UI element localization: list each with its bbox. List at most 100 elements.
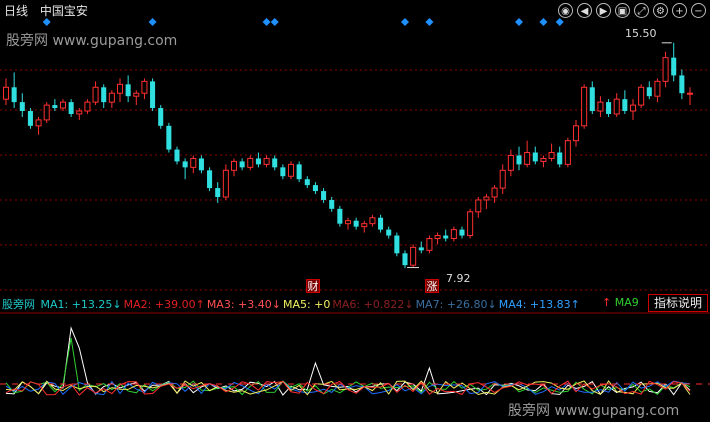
candle-body-75 [613, 98, 620, 115]
legend-ma9: ↑ MA9 [602, 296, 639, 309]
high-price-label: 15.50 [625, 27, 657, 40]
signal-diamond-0 [42, 18, 51, 26]
candle-body-25 [207, 170, 213, 189]
candle-body-67 [548, 152, 555, 159]
signal-diamond-5 [425, 18, 434, 26]
candle-body-50 [410, 246, 417, 266]
zoom-in-icon[interactable]: + [672, 3, 687, 18]
candle-body-76 [622, 99, 628, 112]
candle-body-34 [280, 167, 286, 177]
candle-body-35 [287, 163, 295, 177]
candle-body-9 [76, 110, 83, 115]
legend-items: MA1: +13.25↓ MA2: +39.00↑ MA3: +3.40↓ MA5: … [41, 298, 582, 311]
zoom-out-icon[interactable]: − [691, 3, 706, 18]
candle-body-2 [19, 102, 25, 112]
candle-body-66 [540, 157, 547, 162]
stock-name: 中国宝安 [39, 4, 88, 18]
candle-body-5 [43, 104, 50, 121]
watermark-site-bottom: 股旁网 [508, 403, 550, 419]
signal-diamond-3 [270, 18, 279, 26]
candle-body-22 [182, 161, 188, 168]
candle-body-17 [141, 80, 148, 94]
candle-body-44 [361, 223, 368, 228]
candle-body-61 [499, 169, 506, 189]
candle-body-43 [353, 220, 359, 227]
candle-body-55 [450, 229, 457, 239]
candle-body-31 [255, 158, 261, 165]
indicator-legend: 股旁网 MA1: +13.25↓ MA2: +39.00↑ MA3: +3.40↓ M… [2, 296, 584, 312]
candle-body-10 [84, 101, 91, 112]
candle-body-73 [597, 101, 604, 112]
candle-body-39 [321, 191, 327, 200]
candle-body-28 [230, 160, 238, 171]
legend-item-ma4: MA4: +13.83↑ [498, 298, 580, 311]
candle-body-68 [557, 152, 563, 165]
candle-body-83 [679, 75, 685, 94]
chart-toolbar: ◉ ◀ ▶ ▣ ⤢ ⚙ + − [558, 3, 706, 18]
candle-body-21 [174, 149, 180, 162]
gear-icon[interactable]: ⚙ [653, 3, 668, 18]
eye-icon[interactable]: ◉ [558, 3, 573, 18]
candle-body-15 [125, 84, 131, 97]
candle-body-81 [662, 57, 669, 82]
candle-body-18 [150, 81, 156, 109]
event-marker-zhang[interactable]: 涨 [425, 279, 439, 293]
candle-body-52 [426, 237, 433, 251]
candle-body-23 [190, 157, 197, 168]
candle-body-80 [654, 80, 661, 97]
play-icon[interactable]: ▶ [596, 3, 611, 18]
indicator-help-button[interactable]: 指标说明 [648, 294, 708, 312]
candle-body-54 [443, 235, 449, 239]
candle-body-48 [394, 235, 400, 254]
candle-body-36 [296, 164, 302, 180]
watermark-top: 股旁网 www.gupang.com [6, 30, 177, 50]
signal-diamond-4 [401, 18, 409, 26]
candle-body-40 [329, 199, 335, 209]
legend-item-ma2: MA2: +39.00↑ [123, 298, 205, 311]
candle-body-79 [646, 87, 652, 97]
candle-body-11 [92, 86, 99, 103]
candle-body-6 [52, 105, 58, 109]
candle-body-63 [516, 155, 522, 165]
candle-body-33 [272, 158, 278, 168]
signal-diamond-7 [539, 18, 548, 26]
candle-body-0 [2, 86, 10, 100]
candle-body-45 [369, 217, 376, 225]
candle-body-65 [532, 152, 538, 162]
candle-body-13 [108, 92, 115, 103]
legend-site: 股旁网 [2, 298, 35, 311]
chart-window: 日线 中国宝安 股旁网 www.gupang.com 股旁网 www.gupan… [0, 0, 710, 422]
low-price-label: 7.92 [446, 272, 471, 285]
candle-body-42 [344, 220, 352, 225]
candle-body-14 [116, 83, 124, 94]
candle-body-64 [524, 152, 531, 165]
chart-header: 日线 中国宝安 [4, 2, 96, 19]
expand-icon[interactable]: ⤢ [634, 3, 649, 18]
legend-item-ma6: MA6: +0.822↓ [332, 298, 414, 311]
legend-ma9-name: MA9 [614, 296, 639, 309]
candle-body-84 [686, 92, 694, 95]
signal-diamond-6 [515, 18, 523, 26]
candle-body-27 [222, 169, 229, 198]
candle-body-53 [434, 235, 441, 239]
candle-body-16 [133, 92, 140, 97]
candle-body-56 [459, 229, 465, 236]
candle-body-12 [101, 87, 107, 103]
candle-body-58 [475, 199, 482, 213]
candle-body-46 [378, 217, 384, 230]
candle-body-47 [386, 229, 392, 236]
candle-body-29 [239, 161, 245, 168]
camera-icon[interactable]: ▣ [615, 3, 630, 18]
signal-diamond-2 [262, 18, 271, 26]
period-label[interactable]: 日线 [4, 4, 28, 18]
candle-body-32 [263, 157, 270, 165]
candle-body-70 [572, 125, 580, 142]
legend-item-ma5: MA5: +0 [282, 298, 331, 311]
candle-body-60 [491, 187, 498, 198]
rewind-icon[interactable]: ◀ [577, 3, 592, 18]
candle-body-30 [247, 157, 254, 168]
candle-body-72 [589, 87, 595, 112]
event-marker-cai[interactable]: 财 [306, 279, 320, 293]
indicator-line-2 [5, 380, 691, 396]
signal-diamond-1 [148, 18, 157, 26]
